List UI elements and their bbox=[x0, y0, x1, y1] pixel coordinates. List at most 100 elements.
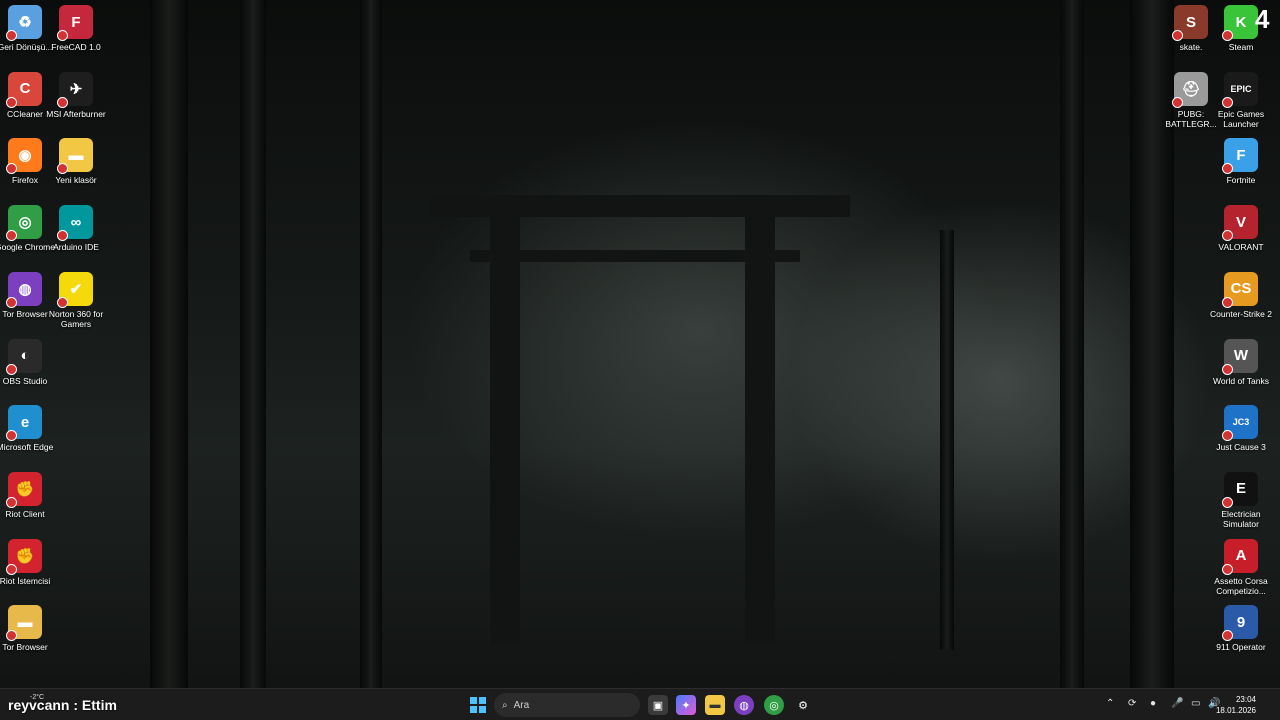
tree-trunk bbox=[240, 0, 266, 688]
status-badge bbox=[1222, 296, 1233, 308]
desktop-icon[interactable]: ✈ MSI Afterburner bbox=[45, 71, 107, 119]
desktop-icon-label: OBS Studio bbox=[2, 375, 48, 386]
status-badge bbox=[1222, 430, 1233, 442]
msi-afterburner-icon: ✈ bbox=[57, 71, 93, 108]
desktop-icon-label: Just Cause 3 bbox=[1216, 442, 1266, 453]
pubg-icon: ⛑ bbox=[1172, 71, 1208, 108]
desktop-icon[interactable]: ✊ Riot İstemcisi bbox=[0, 538, 56, 586]
desktop-icon[interactable]: JC3 Just Cause 3 bbox=[1210, 405, 1272, 452]
epic-games-icon: EPIC bbox=[1222, 71, 1258, 108]
tree-trunk bbox=[940, 230, 954, 650]
desktop-icon-label: Tor Browser bbox=[2, 642, 48, 653]
desktop-icon-label: FreeCAD 1.0 bbox=[51, 42, 101, 52]
copilot-icon[interactable]: ✦ bbox=[676, 695, 696, 715]
riot-client-icon: ✊ bbox=[6, 471, 42, 508]
desktop-icon[interactable]: CS Counter-Strike 2 bbox=[1210, 271, 1272, 319]
skate-icon: S bbox=[1172, 5, 1208, 41]
status-badge bbox=[6, 563, 17, 575]
fortnite-icon: F bbox=[1222, 138, 1258, 175]
desktop-icon[interactable]: ▬ Yeni klasör bbox=[45, 138, 107, 185]
desktop-icon[interactable]: ◐ OBS Studio bbox=[0, 338, 56, 386]
status-badge bbox=[1222, 96, 1233, 108]
desktop-icon[interactable]: e Microsoft Edge bbox=[0, 405, 56, 452]
status-badge bbox=[1222, 363, 1233, 375]
desktop-icon[interactable]: W World of Tanks bbox=[1210, 338, 1272, 386]
status-badge bbox=[6, 496, 17, 508]
status-badge bbox=[1172, 96, 1183, 108]
tor-icon: ◍ bbox=[6, 271, 42, 308]
desktop-icon[interactable]: ▬ Tor Browser bbox=[0, 605, 56, 652]
status-badge bbox=[57, 230, 68, 242]
ccleaner-icon: C bbox=[6, 71, 42, 108]
desktop-icon[interactable]: EPIC Epic Games Launcher bbox=[1210, 71, 1272, 129]
norton-icon: ✔ bbox=[57, 271, 93, 308]
desktop-icon[interactable]: E Electrician Simulator bbox=[1210, 471, 1272, 529]
desktop-icon-label: World of Tanks bbox=[1213, 375, 1269, 386]
desktop-icon[interactable]: ✊ Riot Client bbox=[0, 471, 56, 519]
torii-top-beam bbox=[430, 195, 850, 217]
status-badge bbox=[1222, 630, 1233, 642]
torii-right-pillar bbox=[745, 215, 775, 645]
sync-icon[interactable]: ⟳ bbox=[1128, 698, 1136, 709]
network-icon[interactable]: ▭ bbox=[1191, 698, 1200, 709]
status-badge bbox=[6, 230, 17, 242]
just-cause-icon: JC3 bbox=[1222, 405, 1258, 442]
desktop-icon-label: Arduino IDE bbox=[53, 242, 99, 253]
status-badge bbox=[6, 30, 17, 41]
desktop-icon-label: Riot İstemcisi bbox=[0, 575, 51, 586]
folder-icon: ▬ bbox=[6, 605, 42, 642]
desktop-icon-label: Riot Client bbox=[5, 508, 45, 519]
search-box[interactable]: ⌕ Ara bbox=[494, 693, 640, 717]
desktop-icon-label: Steam bbox=[1228, 42, 1254, 52]
recycle-bin-icon: ♻ bbox=[6, 5, 42, 41]
antivirus-tray-icon[interactable]: ● bbox=[1150, 698, 1156, 709]
counter-strike-icon: CS bbox=[1222, 271, 1258, 308]
microphone-icon[interactable]: 🎤 bbox=[1171, 698, 1183, 709]
desktop-icon-label: Norton 360 for Gamers bbox=[48, 308, 104, 329]
tor-browser-icon[interactable]: ◍ bbox=[734, 695, 754, 715]
desktop-icon-label: Electrician Simulator bbox=[1221, 508, 1261, 529]
desktop-icon-label: Epic Games Launcher bbox=[1217, 108, 1265, 129]
chrome-icon[interactable]: ◎ bbox=[764, 695, 784, 715]
tree-trunk bbox=[150, 0, 188, 688]
status-badge bbox=[1222, 30, 1233, 41]
search-icon: ⌕ bbox=[502, 699, 508, 711]
desktop-icon[interactable]: A Assetto Corsa Competizio... bbox=[1210, 538, 1272, 596]
desktop-icon-label: MSI Afterburner bbox=[46, 108, 106, 119]
status-badge bbox=[6, 630, 17, 642]
steam-icon: K bbox=[1222, 5, 1258, 41]
status-badge bbox=[1222, 230, 1233, 242]
search-placeholder: Ara bbox=[513, 699, 530, 711]
status-badge bbox=[57, 30, 68, 41]
file-explorer-icon[interactable]: ▬ bbox=[705, 695, 725, 715]
desktop-icon-label: Fortnite bbox=[1226, 175, 1256, 186]
clock-time: 23:04 bbox=[1235, 695, 1256, 704]
world-of-tanks-icon: W bbox=[1222, 338, 1258, 375]
windows-start-icon[interactable] bbox=[468, 695, 488, 715]
desktop-icon[interactable]: F Fortnite bbox=[1210, 138, 1272, 185]
desktop-icon[interactable]: ∞ Arduino IDE bbox=[45, 205, 107, 252]
chevron-up-icon[interactable]: ⌃ bbox=[1106, 698, 1114, 709]
overlay-number: 4 bbox=[1255, 4, 1270, 34]
stream-username-overlay: reyvcann : Ettim bbox=[8, 697, 117, 713]
tree-trunk bbox=[1060, 0, 1084, 688]
desktop-icon[interactable]: V VALORANT bbox=[1210, 205, 1272, 252]
desktop-icon-label: 911 Operator bbox=[1216, 642, 1266, 653]
tree-trunk bbox=[360, 0, 382, 688]
riot-client-icon: ✊ bbox=[6, 538, 42, 575]
status-badge bbox=[1222, 496, 1233, 508]
desktop-icon[interactable]: 9 911 Operator bbox=[1210, 605, 1272, 652]
desktop-icon[interactable]: F FreeCAD 1.0 bbox=[45, 5, 107, 52]
desktop-icon-label: Yeni klasör bbox=[55, 175, 97, 186]
desktop-icon[interactable]: ✔ Norton 360 for Gamers bbox=[45, 271, 107, 329]
desktop-icon-label: VALORANT bbox=[1218, 242, 1264, 253]
torii-left-pillar bbox=[490, 215, 520, 645]
freecad-icon: F bbox=[57, 5, 93, 41]
settings-icon[interactable]: ⚙ bbox=[793, 695, 813, 715]
obs-icon: ◐ bbox=[6, 338, 42, 375]
clock[interactable]: 23:04 18.01.2026 bbox=[1216, 694, 1256, 716]
status-badge bbox=[6, 430, 17, 442]
status-badge bbox=[6, 96, 17, 108]
task-view-icon[interactable]: ▣ bbox=[648, 695, 668, 715]
status-badge bbox=[6, 296, 17, 308]
